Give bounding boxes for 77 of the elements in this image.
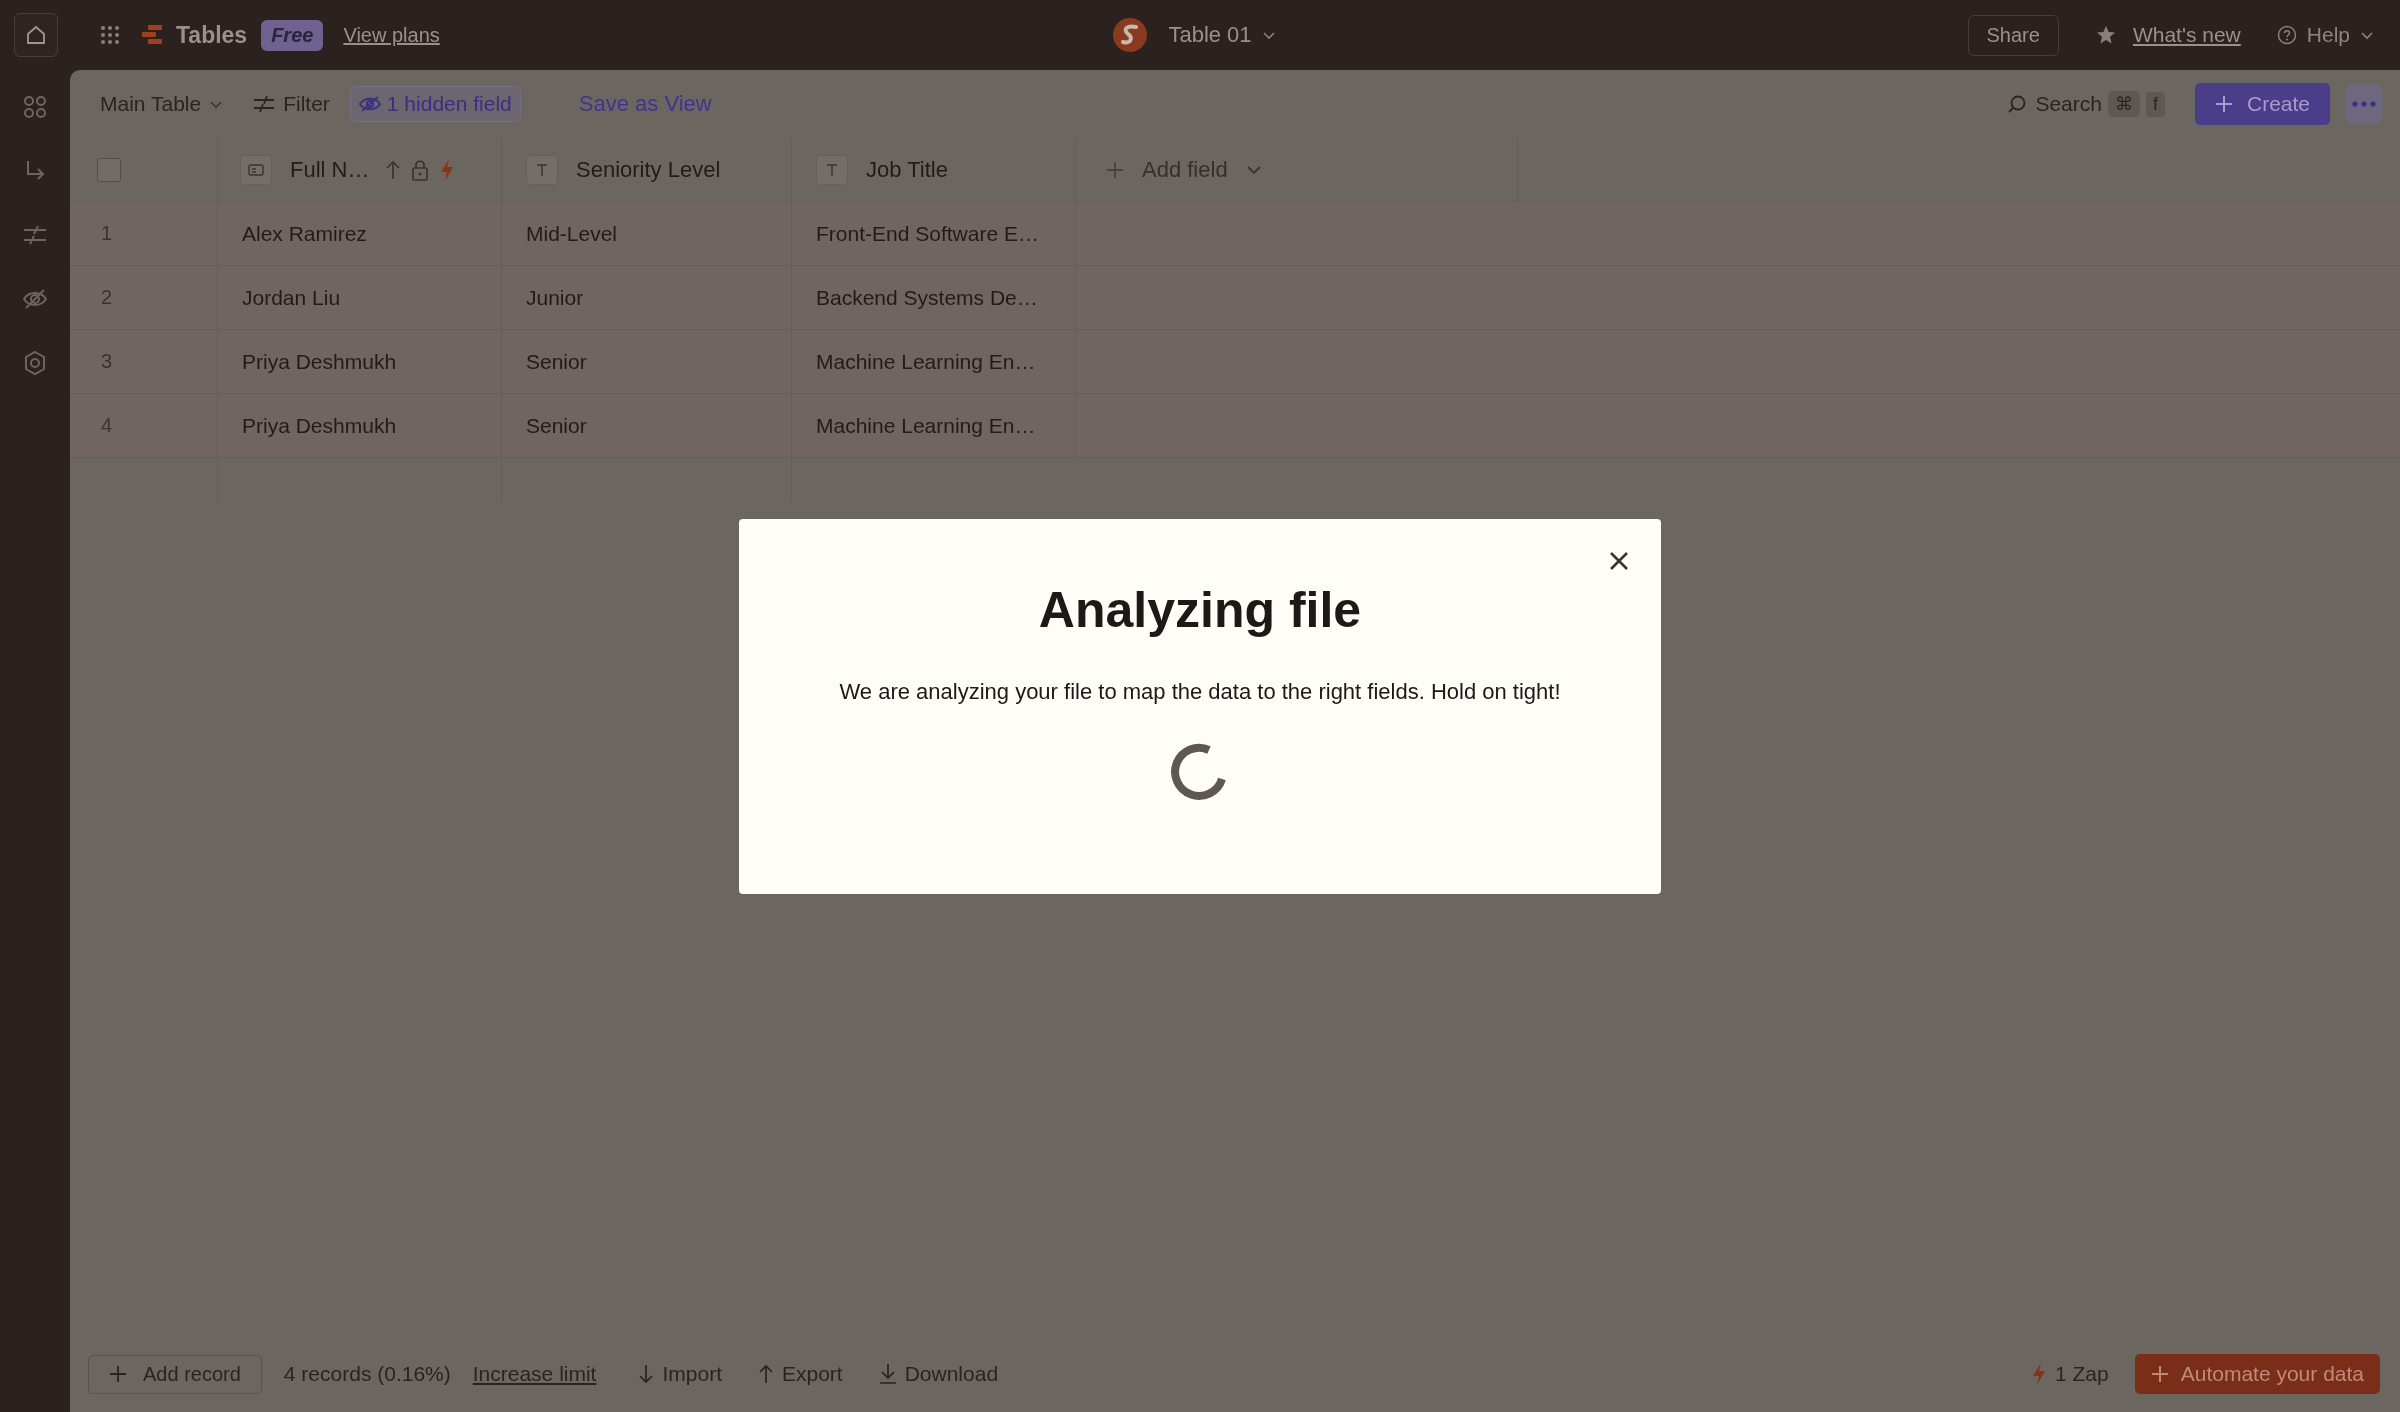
table-cell: Senior [526, 413, 587, 438]
filter-button[interactable]: Filter [253, 92, 330, 116]
filter-icon [253, 95, 276, 113]
table-cell: Backend Systems De… [816, 285, 1038, 310]
table-cell: Priya Deshmukh [242, 349, 397, 374]
hidden-fields-button[interactable]: 1 hidden field [349, 86, 521, 122]
record-count: 4 records (0.16%) [283, 1362, 451, 1386]
more-icon [2352, 101, 2376, 107]
close-icon [1609, 551, 1629, 571]
plus-icon [1106, 160, 1124, 179]
column-header[interactable]: Full N… [290, 156, 370, 183]
chevron-down-icon [2360, 30, 2374, 40]
table-cell: Senior [526, 349, 587, 374]
app-name: Tables [176, 21, 248, 49]
table-cell: Machine Learning En… [816, 349, 1036, 374]
share-button[interactable]: Share [1967, 14, 2059, 56]
table-cell: Priya Deshmukh [242, 413, 397, 438]
lightning-icon [2031, 1362, 2047, 1386]
plus-icon [109, 1365, 127, 1383]
arrow-up-icon [757, 1364, 774, 1384]
dialog-title: Analyzing file [1038, 581, 1362, 639]
table-cell: Machine Learning En… [816, 413, 1036, 438]
text-type-icon [526, 154, 558, 185]
table-cell: Mid-Level [526, 221, 618, 246]
table-cell: Jordan Liu [242, 285, 341, 310]
more-button[interactable] [2346, 85, 2382, 123]
plus-icon [2214, 95, 2233, 113]
table-cell: Alex Ramirez [242, 221, 367, 246]
zaps-button[interactable]: 1 Zap [2031, 1362, 2109, 1386]
column-header[interactable]: Seniority Level [576, 156, 721, 183]
table-name-dropdown[interactable]: Table 01 [1168, 22, 1276, 48]
create-button[interactable]: Create [2194, 83, 2330, 125]
settings-icon[interactable] [22, 350, 48, 376]
plus-icon [2150, 1365, 2169, 1383]
sort-ascending-icon[interactable] [385, 159, 402, 180]
lightning-icon [439, 157, 456, 182]
table-cell: Junior [526, 285, 584, 310]
plan-badge: Free [261, 19, 324, 51]
card-icon [240, 154, 272, 185]
search-icon [2007, 94, 2028, 114]
row-number: 2 [100, 286, 113, 309]
view-plans-link[interactable]: View plans [343, 23, 440, 47]
dialog-message: We are analyzing your file to map the data to the right fields. Hold on tight! [839, 679, 1561, 705]
table-cell: Front-End Software E… [816, 221, 1039, 246]
search-button[interactable]: Search [2007, 92, 2102, 116]
select-all-checkbox[interactable] [97, 157, 121, 182]
hidden-icon [358, 95, 381, 113]
increase-limit-link[interactable]: Increase limit [472, 1362, 597, 1386]
row-number: 1 [100, 222, 113, 245]
shortcut-key: ⌘ [2107, 91, 2140, 117]
chevron-down-icon [1261, 30, 1276, 40]
table-logo-icon [1112, 17, 1149, 53]
loading-spinner [1171, 743, 1229, 801]
whats-new-link[interactable]: What's new [2132, 23, 2241, 47]
download-icon [878, 1363, 897, 1385]
home-button[interactable] [14, 13, 58, 57]
apps-icon[interactable] [22, 94, 48, 120]
export-button[interactable]: Export [757, 1362, 843, 1386]
home-icon [25, 24, 47, 46]
add-record-button[interactable]: Add record [88, 1354, 262, 1394]
lock-icon [411, 158, 430, 181]
add-field-button[interactable]: Add field [1076, 138, 1518, 201]
help-button[interactable]: Help [2276, 23, 2374, 47]
text-type-icon [816, 154, 848, 185]
download-button[interactable]: Download [878, 1362, 999, 1386]
chevron-down-icon [209, 99, 224, 109]
star-icon [2094, 24, 2117, 46]
column-header[interactable]: Job Title [866, 156, 948, 183]
arrow-down-icon [638, 1364, 655, 1384]
help-icon [2276, 25, 2297, 45]
row-number: 3 [100, 350, 113, 373]
chevron-down-icon [1245, 164, 1262, 175]
automate-button[interactable]: Automate your data [2134, 1354, 2380, 1394]
import-button[interactable]: Import [638, 1362, 722, 1386]
apps-grid-icon[interactable] [100, 25, 120, 45]
view-dropdown[interactable]: Main Table [100, 92, 224, 116]
logo-icon [140, 25, 164, 45]
